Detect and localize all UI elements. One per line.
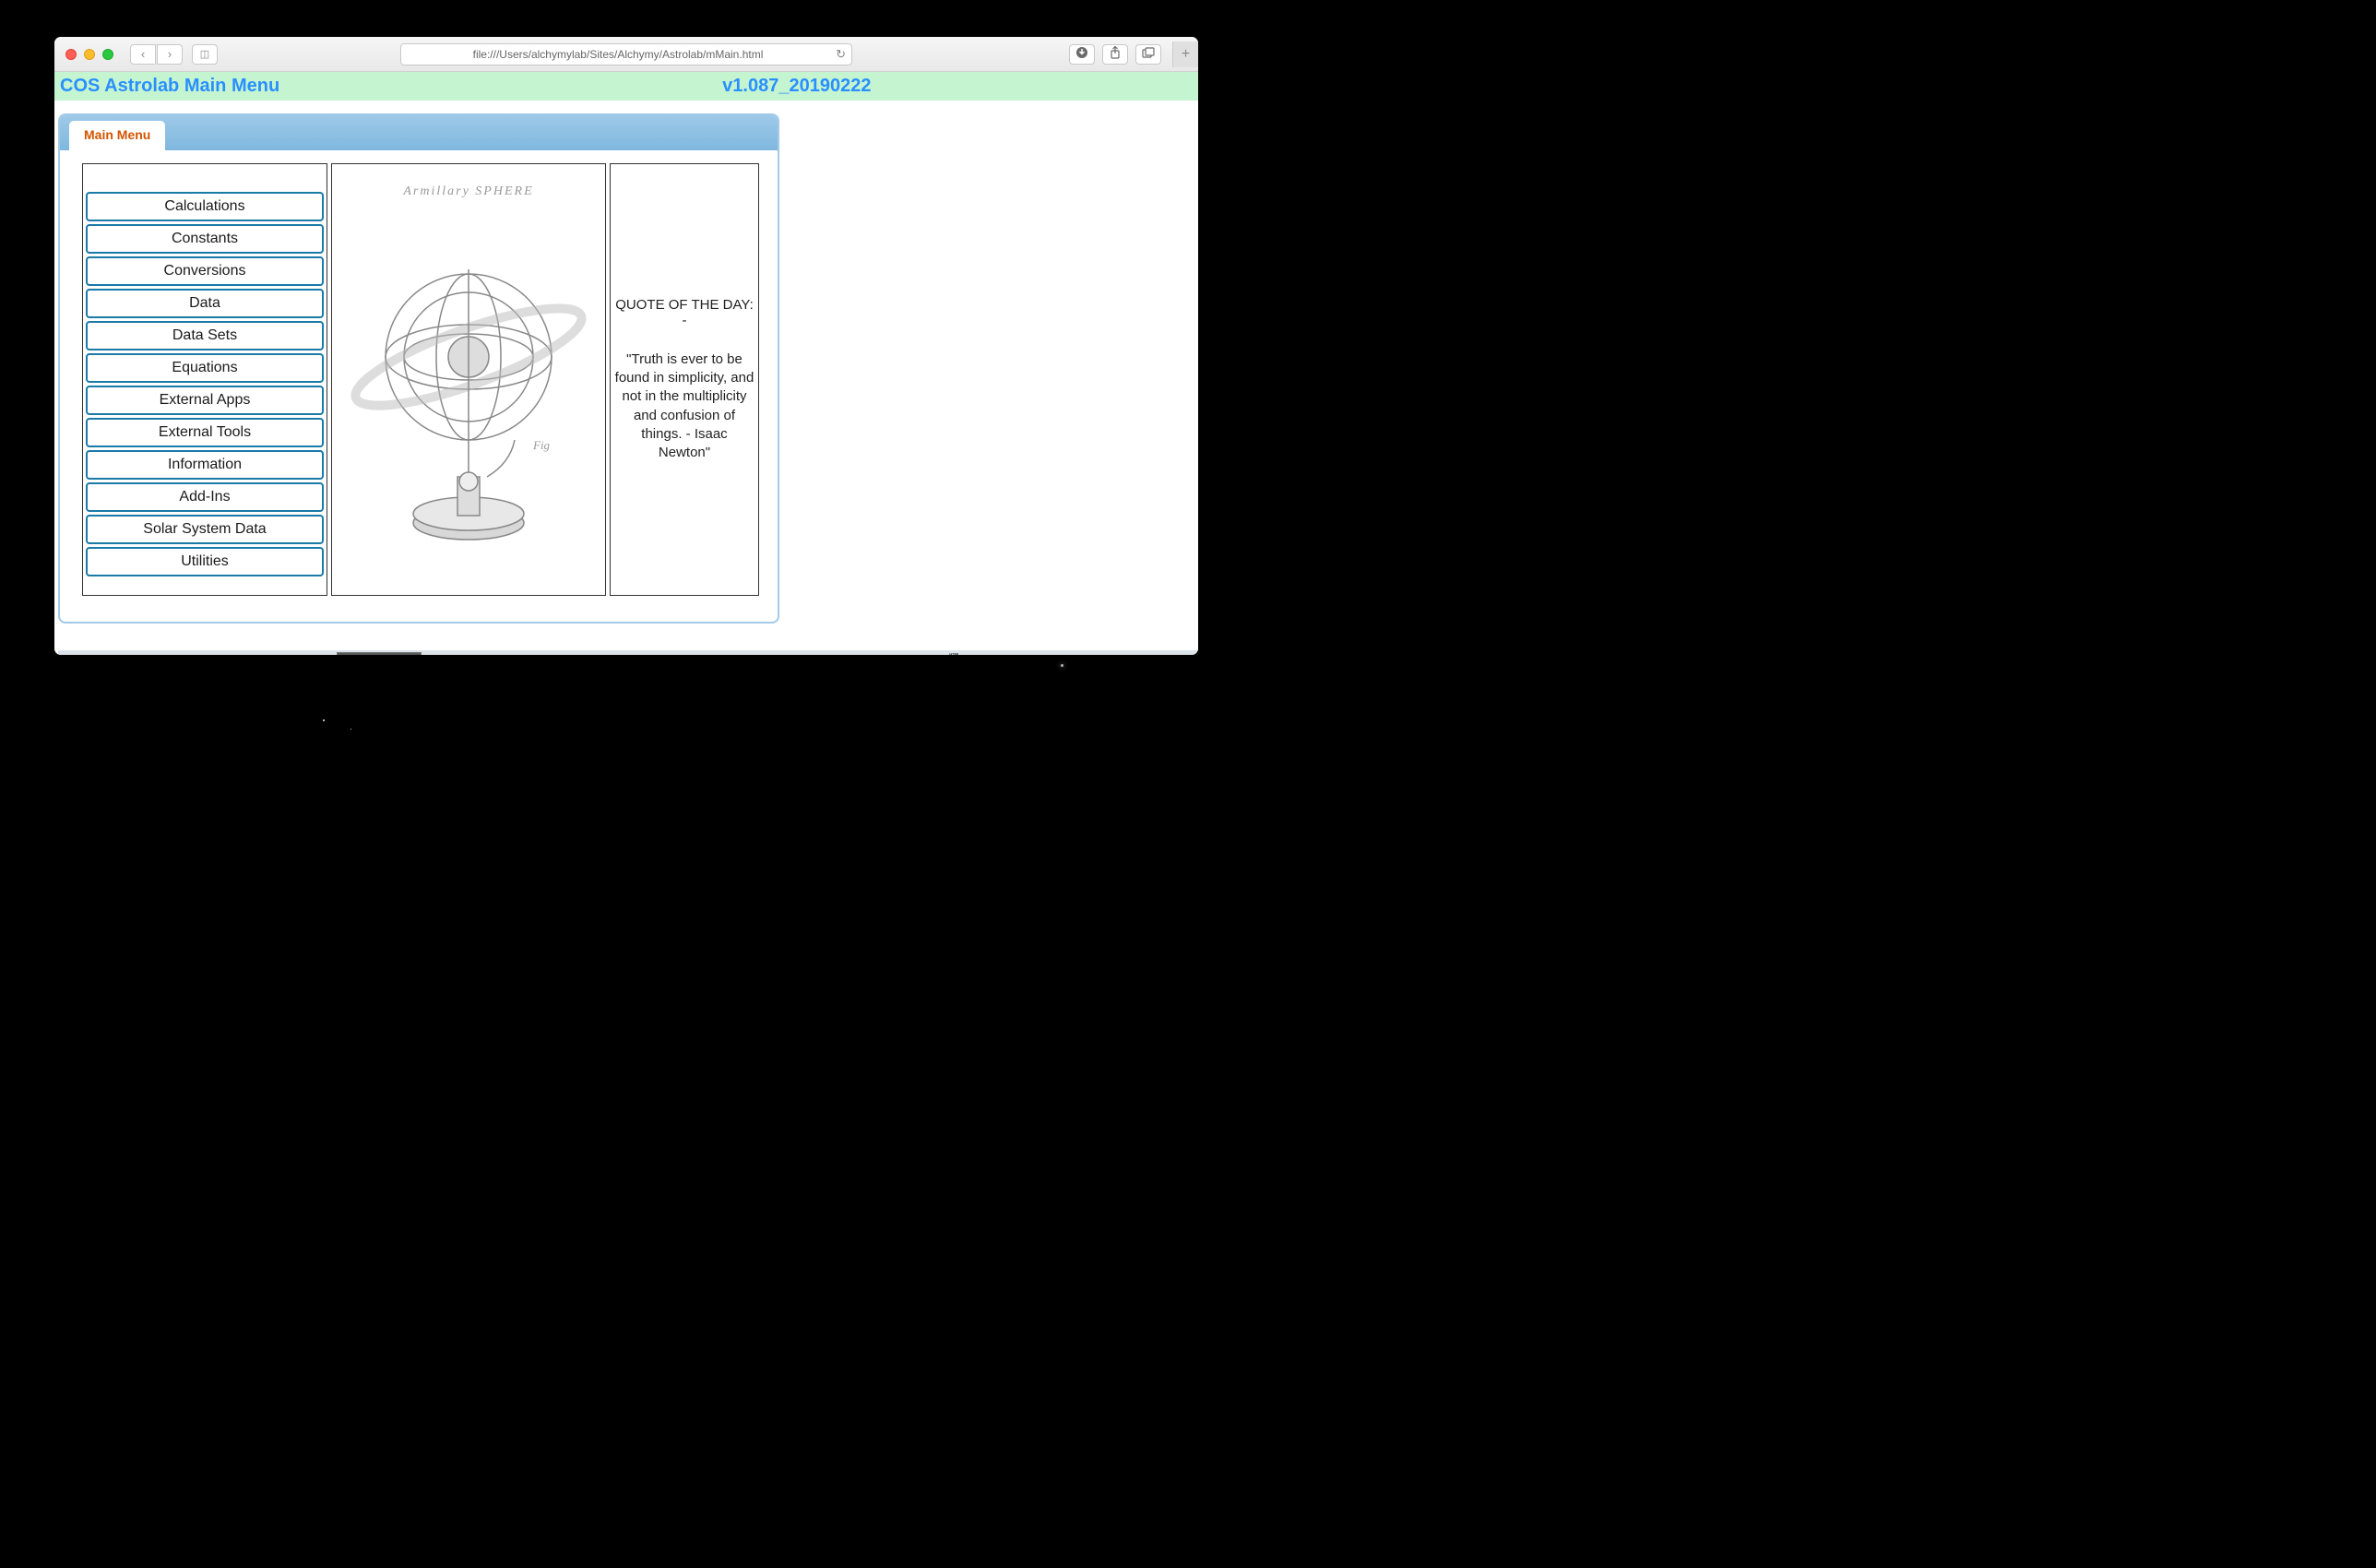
download-icon bbox=[1075, 46, 1088, 62]
version-label: v1.087_20190222 bbox=[722, 76, 871, 97]
nav-button-group: ‹ › bbox=[130, 44, 183, 65]
html5-icon: HTML bbox=[946, 650, 970, 655]
support-project-button[interactable]: ✿ Support this project bbox=[337, 652, 422, 656]
page-header: COS Astrolab Main Menu v1.087_20190222 bbox=[54, 72, 1198, 101]
menu-external-tools[interactable]: External Tools bbox=[86, 418, 324, 447]
page-content: COS Astrolab Main Menu v1.087_20190222 M… bbox=[54, 72, 1198, 655]
menu-utilities[interactable]: Utilities bbox=[86, 547, 324, 576]
back-button[interactable]: ‹ bbox=[130, 44, 156, 65]
svg-text:HTML: HTML bbox=[949, 651, 960, 655]
illustration-column: Armillary SPHERE bbox=[331, 163, 606, 596]
quote-heading: QUOTE OF THE DAY: - bbox=[614, 297, 754, 328]
window-controls bbox=[65, 49, 113, 60]
menu-conversions[interactable]: Conversions bbox=[86, 256, 324, 286]
reload-icon[interactable]: ↻ bbox=[836, 47, 846, 62]
forward-button[interactable]: › bbox=[157, 44, 183, 65]
menu-add-ins[interactable]: Add-Ins bbox=[86, 482, 324, 512]
menu-information[interactable]: Information bbox=[86, 450, 324, 480]
main-panel: Main Menu Calculations Constants Convers… bbox=[58, 113, 779, 624]
menu-data-sets[interactable]: Data Sets bbox=[86, 321, 324, 350]
url-text: file:///Users/alchymylab/Sites/Alchymy/A… bbox=[473, 48, 764, 61]
minimize-window-button[interactable] bbox=[84, 49, 95, 60]
tab-strip: Main Menu bbox=[60, 115, 778, 150]
menu-calculations[interactable]: Calculations bbox=[86, 192, 324, 221]
sidebar-toggle-button[interactable]: ◫ bbox=[192, 44, 218, 65]
sidebar-icon: ◫ bbox=[200, 48, 209, 60]
menu-constants[interactable]: Constants bbox=[86, 224, 324, 254]
illustration-caption: Armillary SPHERE bbox=[403, 184, 533, 199]
close-window-button[interactable] bbox=[65, 49, 77, 60]
share-button[interactable] bbox=[1102, 44, 1128, 65]
chevron-left-icon: ‹ bbox=[141, 47, 145, 61]
tabs-icon bbox=[1142, 47, 1155, 61]
downloads-button[interactable] bbox=[1069, 44, 1095, 65]
footer-bar: Last updated 03/09/2019 23:16:58 ✿ Suppo… bbox=[58, 650, 1198, 655]
browser-window: ‹ › ◫ file:///Users/alchymylab/Sites/Alc… bbox=[54, 37, 1198, 655]
menu-equations[interactable]: Equations bbox=[86, 353, 324, 383]
address-bar[interactable]: file:///Users/alchymylab/Sites/Alchymy/A… bbox=[400, 43, 852, 65]
menu-solar-system-data[interactable]: Solar System Data bbox=[86, 515, 324, 544]
quote-column: QUOTE OF THE DAY: - "Truth is ever to be… bbox=[610, 163, 759, 596]
share-icon bbox=[1110, 46, 1121, 62]
maximize-window-button[interactable] bbox=[102, 49, 113, 60]
page-title: COS Astrolab Main Menu bbox=[60, 76, 279, 97]
html5-badge: HTML - mMain bbox=[946, 650, 1019, 655]
menu-column: Calculations Constants Conversions Data … bbox=[82, 163, 327, 596]
plus-icon: + bbox=[1182, 46, 1190, 63]
browser-titlebar: ‹ › ◫ file:///Users/alchymylab/Sites/Alc… bbox=[54, 37, 1198, 72]
menu-data[interactable]: Data bbox=[86, 289, 324, 318]
menu-external-apps[interactable]: External Apps bbox=[86, 386, 324, 415]
chevron-right-icon: › bbox=[168, 47, 172, 61]
new-tab-button[interactable]: + bbox=[1172, 42, 1198, 67]
tab-main-menu[interactable]: Main Menu bbox=[69, 121, 165, 150]
quote-text: "Truth is ever to be found in simplicity… bbox=[614, 350, 754, 463]
tabs-button[interactable] bbox=[1135, 44, 1161, 65]
svg-text:Fig: Fig bbox=[532, 438, 551, 452]
armillary-sphere-icon: Fig bbox=[349, 219, 588, 560]
